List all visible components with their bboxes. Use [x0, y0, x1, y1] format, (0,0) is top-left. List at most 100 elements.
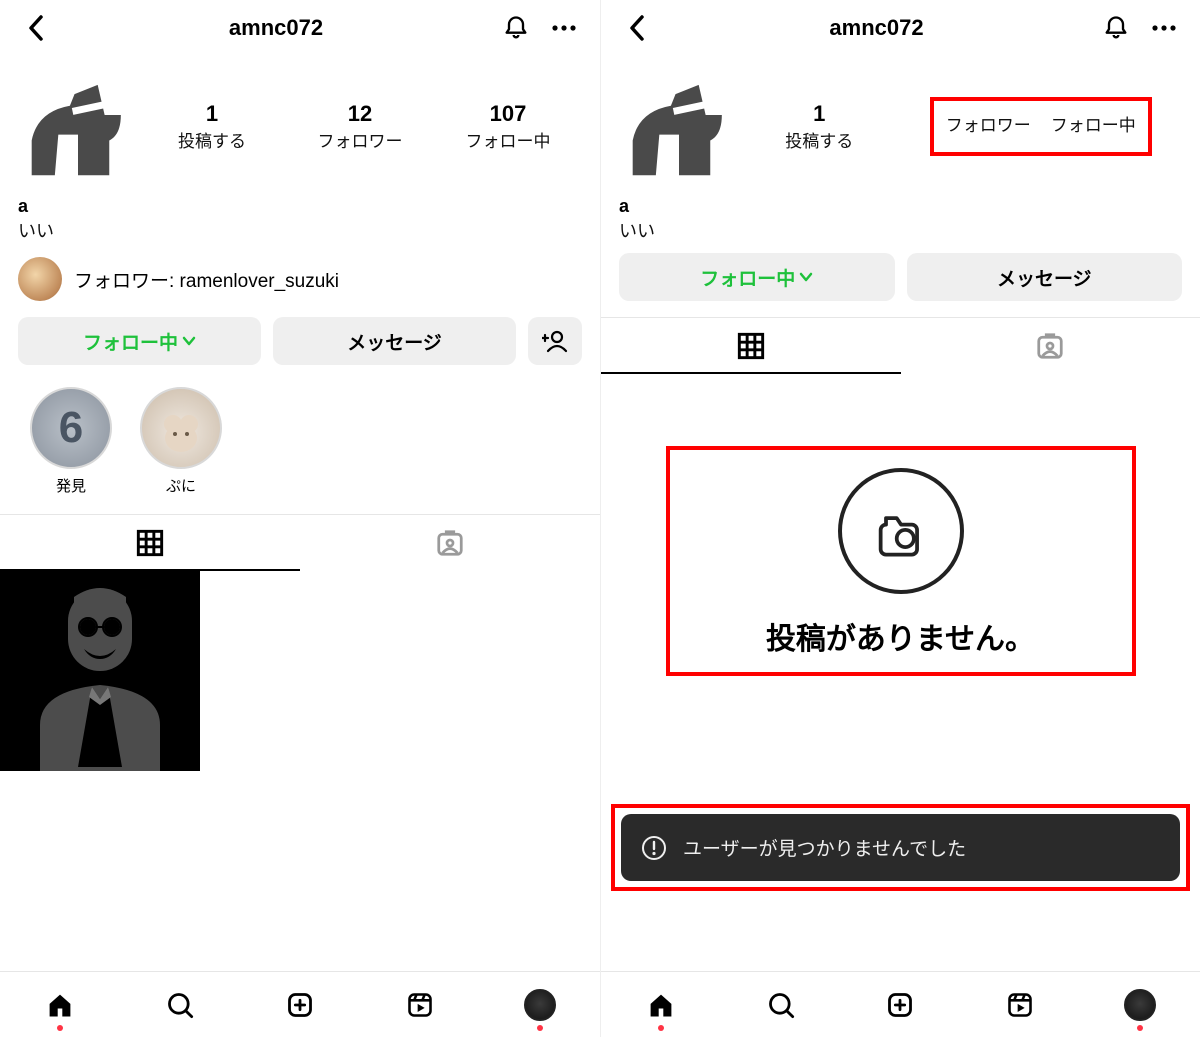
stat-posts[interactable]: 1 投稿する: [769, 97, 869, 156]
nav-profile[interactable]: [1118, 983, 1162, 1027]
create-icon: [886, 991, 914, 1019]
nav-profile[interactable]: [518, 983, 562, 1027]
create-icon: [286, 991, 314, 1019]
highlight-2-thumb: [140, 387, 222, 469]
more-button[interactable]: [546, 10, 582, 46]
more-icon: [551, 24, 577, 32]
nav-home[interactable]: [639, 983, 683, 1027]
message-button[interactable]: メッセージ: [907, 253, 1183, 301]
notifications-button[interactable]: [498, 10, 534, 46]
highlight-2[interactable]: ぷに: [140, 387, 222, 496]
highlight-1[interactable]: 6 発見: [30, 387, 112, 496]
following-button[interactable]: フォロー中: [18, 317, 261, 365]
add-user-button[interactable]: [528, 317, 582, 365]
post-image-icon: [0, 571, 200, 771]
nav-avatar-icon: [1124, 989, 1156, 1021]
nav-reels[interactable]: [398, 983, 442, 1027]
profile-username: amnc072: [667, 15, 1086, 41]
highlight-2-label: ぷに: [166, 475, 196, 496]
stat-posts[interactable]: 1 投稿する: [162, 97, 262, 156]
stat-followers-num: 12: [316, 101, 404, 127]
back-button[interactable]: [619, 10, 655, 46]
stat-followers-label: フォロワー: [316, 127, 404, 152]
nav-reels[interactable]: [998, 983, 1042, 1027]
bio-text: いい: [619, 217, 1182, 243]
empty-state-text: 投稿がありません。: [690, 614, 1112, 658]
right-pane: amnc072 1 投稿する フォロワー フォロー中: [600, 0, 1200, 1037]
camera-circle-icon: [838, 468, 964, 594]
posts-grid: [0, 571, 600, 971]
nav-home[interactable]: [38, 983, 82, 1027]
home-icon: [45, 990, 75, 1020]
stat-following-num: 107: [464, 101, 552, 127]
stat-posts-num: 1: [168, 101, 256, 127]
tab-grid[interactable]: [601, 318, 901, 374]
back-button[interactable]: [18, 10, 54, 46]
nav-avatar-icon: [524, 989, 556, 1021]
profile-header: amnc072: [601, 0, 1200, 56]
message-label: メッセージ: [347, 328, 442, 355]
stat-followers[interactable]: 12 フォロワー: [310, 97, 410, 156]
following-label: フォロー中: [83, 328, 178, 355]
message-button[interactable]: メッセージ: [273, 317, 516, 365]
toast-text: ユーザーが見つかりませんでした: [683, 834, 966, 861]
tagged-icon: [435, 528, 465, 558]
stat-followers[interactable]: フォロワー: [940, 107, 1037, 146]
action-buttons: フォロー中 メッセージ: [0, 317, 600, 381]
post-thumb-1[interactable]: [0, 571, 200, 771]
bottom-nav: [0, 971, 600, 1037]
bell-icon: [1102, 14, 1130, 42]
reels-icon: [406, 991, 434, 1019]
stat-following[interactable]: 107 フォロー中: [458, 97, 558, 156]
nav-profile-dot: [537, 1025, 543, 1031]
message-label: メッセージ: [997, 264, 1092, 291]
highlight-1-thumb: 6: [30, 387, 112, 469]
more-button[interactable]: [1146, 10, 1182, 46]
profile-avatar[interactable]: [619, 66, 739, 186]
profile-stats-row: 1 投稿する 12 フォロワー 107 フォロー中: [0, 56, 600, 190]
chevron-down-icon: [799, 272, 813, 282]
nav-search[interactable]: [759, 983, 803, 1027]
notifications-button[interactable]: [1098, 10, 1134, 46]
followed-by-text: フォロワー: ramenlover_suzuki: [74, 266, 339, 293]
back-icon: [628, 13, 646, 43]
empty-state-highlight: 投稿がありません。: [666, 446, 1136, 676]
profile-stats-row: 1 投稿する フォロワー フォロー中: [601, 56, 1200, 190]
search-icon: [767, 991, 795, 1019]
display-name: a: [619, 196, 1182, 217]
bell-icon: [502, 14, 530, 42]
following-label: フォロー中: [700, 264, 795, 291]
stat-posts-label: 投稿する: [775, 127, 863, 152]
tab-tagged[interactable]: [300, 515, 600, 571]
nav-home-dot: [57, 1025, 63, 1031]
bottom-nav: [601, 971, 1200, 1037]
nav-search[interactable]: [158, 983, 202, 1027]
stat-following[interactable]: フォロー中: [1045, 107, 1142, 146]
nav-create[interactable]: [278, 983, 322, 1027]
dog-avatar-icon: [23, 71, 133, 181]
profile-username: amnc072: [66, 15, 486, 41]
home-icon: [646, 990, 676, 1020]
following-button[interactable]: フォロー中: [619, 253, 895, 301]
action-buttons: フォロー中 メッセージ: [601, 253, 1200, 317]
reels-icon: [1006, 991, 1034, 1019]
profile-avatar[interactable]: [18, 66, 138, 186]
stat-posts-num: 1: [775, 101, 863, 127]
grid-icon: [737, 332, 765, 360]
followed-by-row[interactable]: フォロワー: ramenlover_suzuki: [0, 253, 600, 317]
toast-highlight: ユーザーが見つかりませんでした: [611, 804, 1190, 891]
name-bio: a いい: [601, 190, 1200, 253]
profile-tabs: [0, 514, 600, 571]
stat-posts-label: 投稿する: [168, 127, 256, 152]
nav-profile-dot: [1137, 1025, 1143, 1031]
highlight-1-label: 発見: [56, 475, 86, 496]
nav-create[interactable]: [878, 983, 922, 1027]
dog-avatar-icon: [624, 71, 734, 181]
story-highlights: 6 発見 ぷに: [0, 381, 600, 514]
back-icon: [27, 13, 45, 43]
tagged-icon: [1035, 331, 1065, 361]
tab-tagged[interactable]: [901, 318, 1200, 374]
error-toast: ユーザーが見つかりませんでした: [621, 814, 1180, 881]
tab-grid[interactable]: [0, 515, 300, 571]
add-user-icon: [542, 329, 568, 353]
